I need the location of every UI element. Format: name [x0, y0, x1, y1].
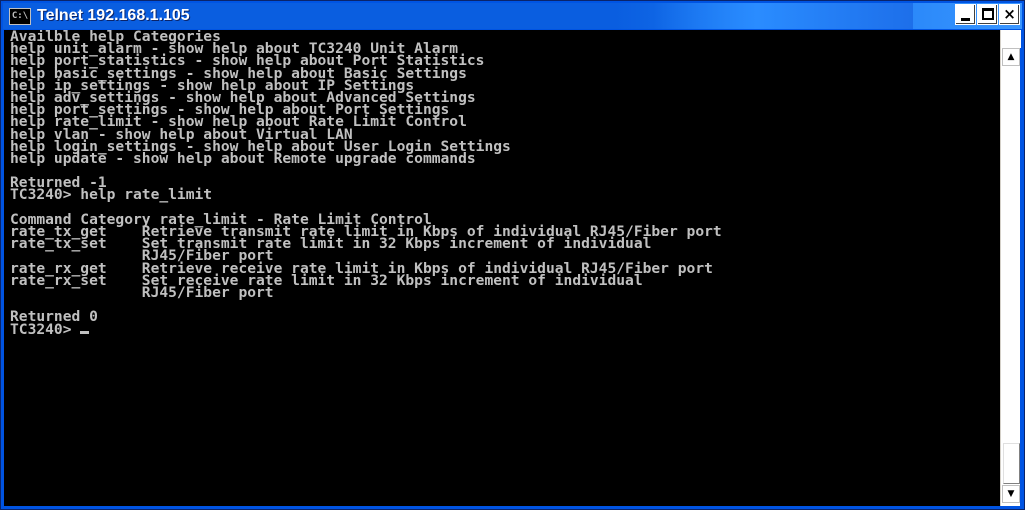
scroll-up-button[interactable]: ▲: [1002, 48, 1020, 66]
scroll-down-arrow-icon: ▼: [1007, 489, 1015, 499]
maximize-icon: [982, 8, 994, 20]
console-prompt-line[interactable]: TC3240>: [10, 320, 1000, 338]
scroll-track[interactable]: [1002, 66, 1020, 485]
telnet-window: C:\ Telnet 192.168.1.105 × Availble help…: [0, 0, 1025, 510]
scroll-down-button[interactable]: ▼: [1002, 485, 1020, 503]
console-line: help update - show help about Remote upg…: [10, 149, 476, 167]
close-button[interactable]: ×: [999, 4, 1020, 25]
maximize-button[interactable]: [977, 4, 998, 25]
scroll-thumb[interactable]: [1003, 443, 1020, 484]
scroll-up-arrow-icon: ▲: [1007, 52, 1015, 62]
minimize-button[interactable]: [955, 4, 976, 25]
title-bar-gradient: [653, 3, 913, 29]
console-line: TC3240> help rate_limit: [10, 186, 213, 204]
console-line: Returned 0: [10, 308, 98, 326]
console-text: Availble help Categories help unit_alarm …: [4, 30, 1000, 336]
window-title: Telnet 192.168.1.105: [37, 7, 190, 24]
scrollbar-top-gap: [1001, 30, 1021, 48]
console-app-icon[interactable]: C:\: [9, 8, 31, 25]
title-bar[interactable]: C:\ Telnet 192.168.1.105: [3, 3, 1022, 29]
console-output[interactable]: Availble help Categories help unit_alarm …: [4, 30, 1000, 506]
minimize-icon: [961, 18, 970, 21]
console-line: RJ45/Fiber port: [10, 283, 274, 301]
close-icon: ×: [1003, 5, 1016, 23]
vertical-scrollbar[interactable]: ▲ ▼: [1000, 30, 1021, 506]
text-cursor: [80, 330, 90, 334]
console-prompt: TC3240>: [10, 320, 81, 338]
